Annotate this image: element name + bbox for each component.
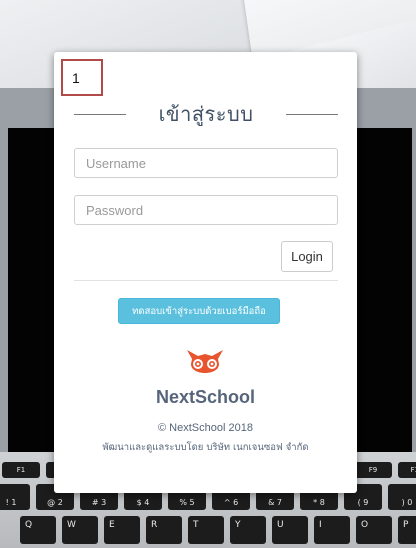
keyboard-letter-row: Q W E R T Y U I O P	[20, 516, 416, 544]
brand-name: NextSchool	[155, 387, 256, 407]
keyboard-key: Y	[230, 516, 266, 544]
keyboard-key: ) 0	[388, 484, 416, 510]
login-title: เข้าสู่ระบบ	[158, 102, 254, 126]
login-title-row: เข้าสู่ระบบ	[74, 97, 338, 131]
keyboard-key: E	[104, 516, 140, 544]
login-button[interactable]: Login	[281, 241, 333, 272]
keyboard-key: O	[356, 516, 392, 544]
keyboard-key: T	[188, 516, 224, 544]
keyboard-key: P	[398, 516, 416, 544]
phone-login-button[interactable]: ทดสอบเข้าสู่ระบบด้วยเบอร์มือถือ	[118, 298, 280, 324]
password-input[interactable]	[74, 195, 338, 225]
step-marker: 1	[61, 59, 103, 96]
keyboard-key: U	[272, 516, 308, 544]
developer-credit: พัฒนาและดูแลระบบโดย บริษัท เนกเจนซอฟ จำก…	[102, 442, 309, 453]
keyboard-key: W	[62, 516, 98, 544]
copyright-text: © NextSchool 2018	[158, 422, 253, 434]
username-input[interactable]	[74, 148, 338, 178]
keyboard-key: ! 1	[0, 484, 30, 510]
owl-icon	[187, 350, 223, 373]
title-divider-right	[285, 113, 338, 115]
keyboard-key: F9	[354, 462, 392, 478]
keyboard-key: Q	[20, 516, 56, 544]
title-divider-left	[74, 113, 126, 115]
form-divider	[74, 280, 338, 281]
keyboard-key: F10	[398, 462, 416, 478]
keyboard-key: R	[146, 516, 182, 544]
keyboard-key: I	[314, 516, 350, 544]
keyboard-key: F1	[2, 462, 40, 478]
